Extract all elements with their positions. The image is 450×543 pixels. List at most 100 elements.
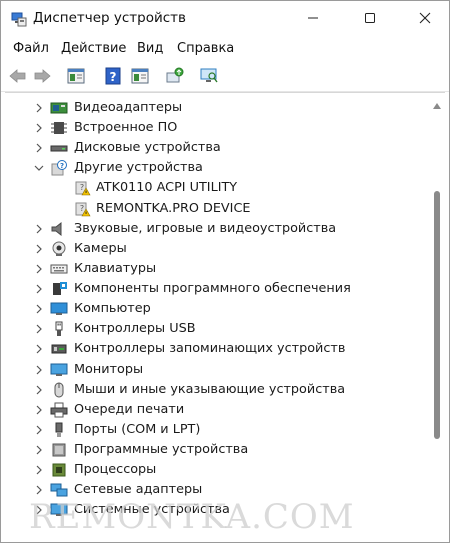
tree-item-cameras[interactable]: Камеры (5, 239, 430, 259)
software-component-icon (50, 281, 68, 297)
menu-bar: Файл Действие Вид Справка (1, 37, 449, 61)
chevron-right-icon[interactable] (33, 141, 45, 155)
tree-item-label: Системные устройства (74, 502, 230, 517)
menu-action[interactable]: Действие (61, 41, 126, 56)
vertical-scrollbar-thumb[interactable] (434, 191, 440, 439)
properties-icon[interactable] (129, 65, 151, 87)
chevron-right-icon[interactable] (33, 342, 45, 356)
help-icon[interactable]: ? (102, 65, 124, 87)
tree-item-atk0110[interactable]: ? ATK0110 ACPI UTILITY (5, 178, 430, 198)
tree-item-label: REMONTKA.PRO DEVICE (96, 201, 251, 216)
computer-icon (50, 301, 68, 317)
tree-item-disk-drives[interactable]: Дисковые устройства (5, 138, 430, 158)
network-adapter-icon (50, 482, 68, 498)
chevron-right-icon[interactable] (33, 101, 45, 115)
toolbar: ? (1, 63, 449, 89)
tree-item-label: Контроллеры запоминающих устройств (74, 341, 346, 356)
tree-item-sound-video-game[interactable]: Звуковые, игровые и видеоустройства (5, 219, 430, 239)
unknown-device-warning-icon: ? (73, 201, 91, 217)
chevron-right-icon[interactable] (33, 121, 45, 135)
device-manager-window: Диспетчер устройств Файл Действие Вид Сп… (0, 0, 450, 543)
chevron-right-icon[interactable] (33, 443, 45, 457)
chevron-right-icon[interactable] (33, 483, 45, 497)
printer-icon (50, 402, 68, 418)
tree-item-label: Контроллеры USB (74, 321, 196, 336)
keyboard-icon (50, 261, 68, 277)
chevron-right-icon[interactable] (33, 242, 45, 256)
tree-item-label: Компоненты программного обеспечения (74, 281, 351, 296)
monitor-icon (50, 362, 68, 378)
tree-item-label: Дисковые устройства (74, 140, 221, 155)
menu-view[interactable]: Вид (137, 41, 163, 56)
software-device-icon (50, 442, 68, 458)
tree-item-print-queues[interactable]: Очереди печати (5, 400, 430, 420)
firmware-chip-icon (50, 120, 68, 136)
maximize-button[interactable] (347, 1, 393, 35)
chevron-right-icon[interactable] (33, 222, 45, 236)
tree-item-label: Очереди печати (74, 402, 185, 417)
tree-item-computer[interactable]: Компьютер (5, 299, 430, 319)
speaker-icon (50, 221, 68, 237)
chevron-down-icon[interactable] (33, 161, 45, 175)
tree-item-label: Видеоадаптеры (74, 100, 183, 115)
back-arrow-icon[interactable] (7, 65, 29, 87)
device-tree[interactable]: Видеоадаптеры Встроенное ПО Дисковые уст… (5, 92, 445, 542)
tree-item-keyboards[interactable]: Клавиатуры (5, 259, 430, 279)
svg-text:?: ? (80, 204, 84, 213)
display-adapter-icon (50, 100, 68, 116)
chevron-right-icon[interactable] (33, 302, 45, 316)
tree-item-label: Клавиатуры (74, 261, 157, 276)
tree-item-label: Компьютер (74, 301, 151, 316)
svg-text:?: ? (60, 162, 64, 170)
unknown-device-icon: ? (50, 160, 68, 176)
camera-icon (50, 241, 68, 257)
tree-item-label: Сетевые адаптеры (74, 482, 203, 497)
chevron-right-icon[interactable] (33, 282, 45, 296)
close-button[interactable] (402, 1, 448, 35)
tree-item-software-devices[interactable]: Программные устройства (5, 440, 430, 460)
processor-icon (50, 462, 68, 478)
tree-item-monitors[interactable]: Мониторы (5, 360, 430, 380)
tree-item-label: Встроенное ПО (74, 120, 178, 135)
tree-item-label: ATK0110 ACPI UTILITY (96, 180, 238, 195)
show-hide-console-tree-icon[interactable] (65, 65, 87, 87)
device-manager-app-icon (11, 11, 27, 27)
tree-item-label: Звуковые, игровые и видеоустройства (74, 221, 337, 236)
tree-item-software-components[interactable]: Компоненты программного обеспечения (5, 279, 430, 299)
tree-item-other-devices[interactable]: ? Другие устройства (5, 158, 430, 178)
chevron-right-icon[interactable] (33, 383, 45, 397)
tree-item-label: Порты (COM и LPT) (74, 422, 201, 437)
tree-item-firmware[interactable]: Встроенное ПО (5, 118, 430, 138)
window-title: Диспетчер устройств (33, 10, 187, 26)
chevron-right-icon[interactable] (33, 403, 45, 417)
tree-item-ports[interactable]: Порты (COM и LPT) (5, 420, 430, 440)
forward-arrow-icon[interactable] (31, 65, 53, 87)
scroll-up-arrow-icon[interactable] (433, 97, 441, 109)
tree-item-processors[interactable]: Процессоры (5, 460, 430, 480)
menu-help[interactable]: Справка (177, 41, 234, 56)
tree-item-system-devices[interactable]: Системные устройства (5, 500, 430, 520)
tree-item-mice[interactable]: Мыши и иные указывающие устройства (5, 380, 430, 400)
chevron-right-icon[interactable] (33, 463, 45, 477)
title-bar[interactable]: Диспетчер устройств (1, 1, 449, 37)
chevron-right-icon[interactable] (33, 363, 45, 377)
tree-item-remontka-device[interactable]: ? REMONTKA.PRO DEVICE (5, 199, 430, 219)
chevron-right-icon[interactable] (33, 503, 45, 517)
usb-icon (50, 321, 68, 337)
mouse-icon (50, 382, 68, 398)
tree-item-display-adapters[interactable]: Видеоадаптеры (5, 98, 430, 118)
chevron-right-icon[interactable] (33, 262, 45, 276)
chevron-right-icon[interactable] (33, 423, 45, 437)
tree-item-usb-controllers[interactable]: Контроллеры USB (5, 319, 430, 339)
storage-controller-icon (50, 341, 68, 357)
system-device-icon (50, 502, 68, 518)
tree-item-label: Программные устройства (74, 442, 249, 457)
scan-hardware-icon[interactable] (198, 65, 220, 87)
minimize-button[interactable] (290, 1, 336, 35)
update-driver-icon[interactable] (164, 65, 186, 87)
tree-item-storage-controllers[interactable]: Контроллеры запоминающих устройств (5, 339, 430, 359)
chevron-right-icon[interactable] (33, 322, 45, 336)
tree-item-network-adapters[interactable]: Сетевые адаптеры (5, 480, 430, 500)
tree-item-label: Другие устройства (74, 160, 203, 175)
menu-file[interactable]: Файл (13, 41, 49, 56)
